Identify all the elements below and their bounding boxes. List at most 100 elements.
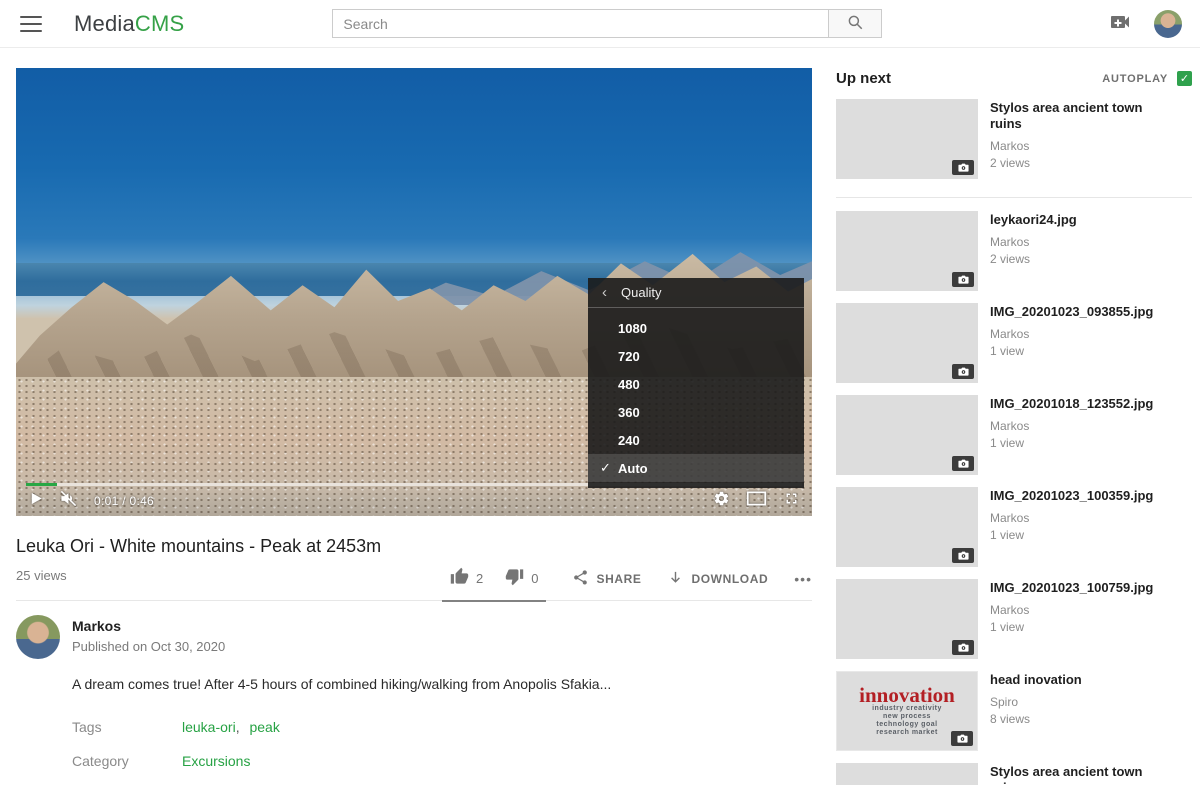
camera-badge-icon [952, 272, 974, 287]
share-label: SHARE [596, 572, 641, 586]
video-title: Leuka Ori - White mountains - Peak at 24… [16, 536, 812, 557]
up-next-item-views: 8 views [990, 712, 1082, 726]
tag-link[interactable]: leuka-ori [182, 719, 236, 735]
quality-option-360[interactable]: ✓360 [588, 398, 804, 426]
quality-options: ✓1080✓720✓480✓360✓240✓Auto [588, 308, 804, 488]
up-next-header: Up next AUTOPLAY ✓ [836, 70, 1192, 87]
category-row: Category Excursions [72, 753, 812, 769]
media-thumbnail[interactable] [836, 303, 978, 383]
media-thumbnail[interactable] [836, 395, 978, 475]
quality-option-auto[interactable]: ✓Auto [588, 454, 804, 482]
up-next-item[interactable]: IMG_20201018_123552.jpg Markos 1 view [836, 395, 1192, 475]
camera-badge-icon [952, 456, 974, 471]
quality-menu-title: Quality [621, 285, 661, 300]
up-next-item[interactable]: IMG_20201023_093855.jpg Markos 1 view [836, 303, 1192, 383]
up-next-item-title[interactable]: IMG_20201023_100359.jpg [990, 488, 1153, 504]
author-name[interactable]: Markos [72, 618, 225, 634]
up-next-item-text: IMG_20201023_093855.jpg Markos 1 view [990, 303, 1153, 383]
up-next-item[interactable]: IMG_20201023_100759.jpg Markos 1 view [836, 579, 1192, 659]
media-thumbnail[interactable] [836, 579, 978, 659]
app-logo[interactable]: MediaCMS [74, 11, 184, 37]
wordcloud-word: research market [876, 729, 938, 737]
search-input[interactable] [332, 9, 828, 38]
up-next-item-author: Markos [990, 235, 1077, 249]
upload-media-button[interactable] [1108, 10, 1132, 37]
page-content: ‹ Quality ✓1080✓720✓480✓360✓240✓Auto [0, 48, 1200, 785]
dislike-button[interactable]: 0 [505, 567, 538, 589]
up-next-item-views: 2 views [990, 156, 1175, 170]
like-button[interactable]: 2 [450, 567, 483, 589]
list-separator [836, 197, 1192, 198]
up-next-item-author: Markos [990, 327, 1153, 341]
up-next-item-title[interactable]: IMG_20201023_100759.jpg [990, 580, 1153, 596]
quality-option-720[interactable]: ✓720 [588, 342, 804, 370]
up-next-item[interactable]: IMG_20201023_100359.jpg Markos 1 view [836, 487, 1192, 567]
up-next-item[interactable]: innovationindustry creativitynew process… [836, 671, 1192, 751]
camera-badge-icon [952, 548, 974, 563]
menu-hamburger-button[interactable] [20, 16, 42, 32]
more-options-button[interactable]: ••• [794, 571, 812, 587]
volume-muted-icon[interactable] [59, 489, 78, 513]
search-button[interactable] [828, 9, 882, 38]
tag-separator: , [236, 719, 244, 735]
watch-column: ‹ Quality ✓1080✓720✓480✓360✓240✓Auto [16, 68, 812, 785]
up-next-item-views: 1 view [990, 528, 1153, 542]
up-next-item[interactable]: Stylos area ancient town ruins [836, 763, 1192, 785]
video-player[interactable]: ‹ Quality ✓1080✓720✓480✓360✓240✓Auto [16, 68, 812, 516]
quality-option-label: 360 [618, 405, 640, 420]
quality-option-label: 240 [618, 433, 640, 448]
up-next-item-title[interactable]: IMG_20201023_093855.jpg [990, 304, 1153, 320]
action-bar: 2 0 SHARE [442, 567, 812, 591]
media-thumbnail[interactable] [836, 487, 978, 567]
up-next-item-title[interactable]: Stylos area ancient town ruins [990, 100, 1175, 132]
camera-badge-icon [951, 731, 973, 746]
up-next-item-author: Markos [990, 419, 1153, 433]
quality-menu-back[interactable]: ‹ Quality [588, 278, 804, 308]
up-next-item-author: Markos [990, 603, 1153, 617]
up-next-item-views: 1 view [990, 344, 1153, 358]
video-description: A dream comes true! After 4-5 hours of c… [72, 676, 812, 692]
play-button[interactable] [28, 491, 43, 511]
checkmark-icon: ✓ [1180, 72, 1189, 85]
quality-option-label: 480 [618, 377, 640, 392]
download-button[interactable]: DOWNLOAD [667, 569, 768, 589]
up-next-item-title[interactable]: Stylos area ancient town ruins [990, 764, 1175, 785]
up-next-item-author: Markos [990, 139, 1175, 153]
up-next-item-title[interactable]: leykaori24.jpg [990, 212, 1077, 228]
player-controls: 0:01 / 0:46 [16, 486, 812, 516]
up-next-item-views: 2 views [990, 252, 1077, 266]
media-thumbnail[interactable] [836, 763, 978, 785]
up-next-item-author: Spiro [990, 695, 1082, 709]
fullscreen-icon[interactable] [783, 490, 800, 512]
autoplay-checkbox[interactable]: ✓ [1177, 71, 1192, 86]
user-avatar[interactable] [1154, 10, 1182, 38]
category-label: Category [72, 753, 182, 769]
search-bar [332, 9, 882, 38]
search-icon [846, 13, 864, 34]
quality-option-label: 720 [618, 349, 640, 364]
meta-row: 25 views 2 0 [16, 567, 812, 601]
up-next-item-title[interactable]: IMG_20201018_123552.jpg [990, 396, 1153, 412]
media-thumbnail[interactable] [836, 211, 978, 291]
up-next-item-title[interactable]: head inovation [990, 672, 1082, 688]
wordcloud-word: new process [883, 713, 931, 721]
dislike-count: 0 [531, 571, 538, 586]
header-right [1108, 10, 1188, 38]
settings-gear-icon[interactable] [713, 490, 730, 512]
media-thumbnail[interactable] [836, 99, 978, 179]
category-link[interactable]: Excursions [182, 753, 250, 769]
up-next-item[interactable]: leykaori24.jpg Markos 2 views [836, 211, 1192, 291]
quality-option-1080[interactable]: ✓1080 [588, 314, 804, 342]
theater-mode-icon[interactable] [746, 490, 767, 512]
quality-option-240[interactable]: ✓240 [588, 426, 804, 454]
share-button[interactable]: SHARE [572, 569, 641, 589]
quality-option-label: Auto [618, 461, 648, 476]
up-next-list: Stylos area ancient town ruins Markos 2 … [836, 99, 1192, 785]
quality-menu: ‹ Quality ✓1080✓720✓480✓360✓240✓Auto [588, 278, 804, 488]
tag-link[interactable]: peak [249, 719, 279, 735]
media-thumbnail[interactable]: innovationindustry creativitynew process… [836, 671, 978, 751]
up-next-item[interactable]: Stylos area ancient town ruins Markos 2 … [836, 99, 1192, 179]
quality-option-480[interactable]: ✓480 [588, 370, 804, 398]
author-avatar[interactable] [16, 615, 60, 659]
share-icon [572, 569, 589, 589]
